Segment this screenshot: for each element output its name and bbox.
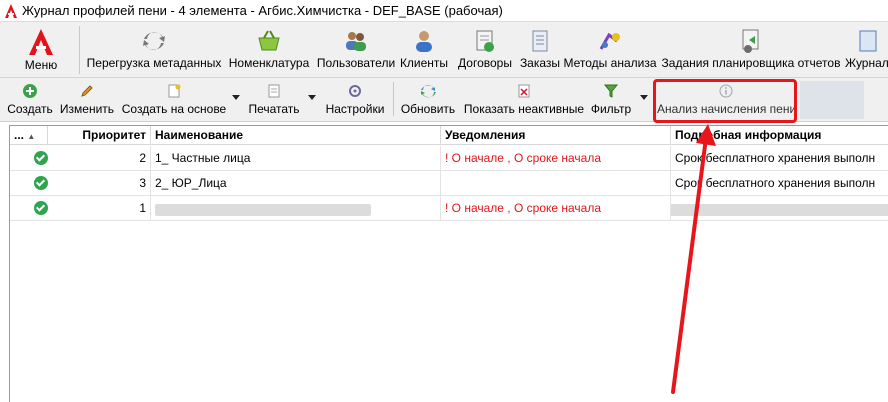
annotation-arrow-icon (671, 124, 716, 394)
